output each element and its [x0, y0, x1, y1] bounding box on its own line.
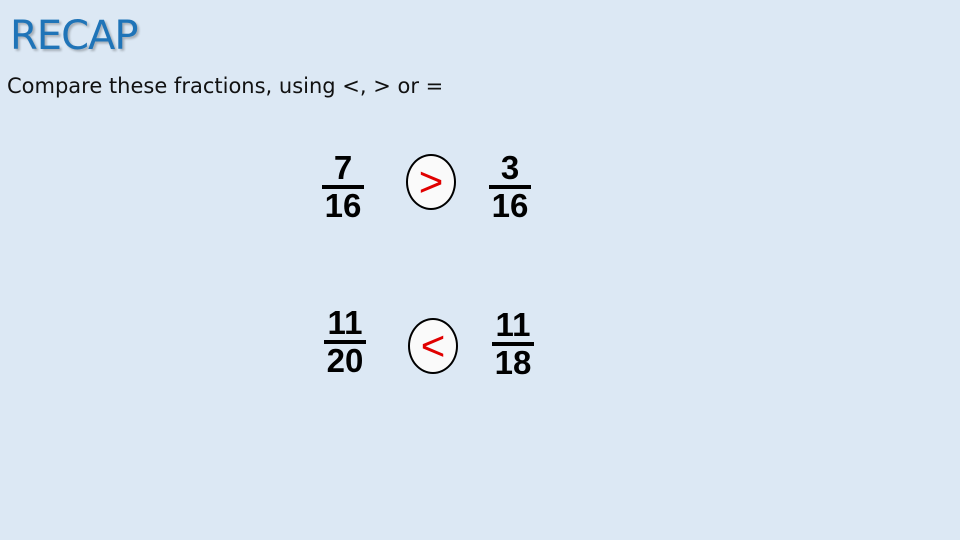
- numerator: 11: [327, 304, 363, 341]
- less-than-symbol: <: [420, 322, 446, 369]
- fraction-right-1: 3 16: [480, 149, 540, 224]
- comparison-symbol-1: >: [406, 154, 456, 210]
- fraction-left-2: 11 20: [315, 304, 375, 379]
- denominator: 20: [326, 342, 364, 379]
- numerator: 11: [495, 306, 531, 343]
- slide-title: RECAP: [10, 13, 138, 59]
- numerator: 7: [333, 149, 353, 186]
- denominator: 18: [494, 344, 532, 381]
- denominator: 16: [491, 187, 529, 224]
- denominator: 16: [324, 187, 362, 224]
- comparison-symbol-2: <: [408, 318, 458, 374]
- numerator: 3: [500, 149, 520, 186]
- fraction-left-1: 7 16: [313, 149, 373, 224]
- greater-than-symbol: >: [418, 158, 444, 205]
- instruction-text: Compare these fractions, using <, > or =: [7, 74, 444, 98]
- fraction-right-2: 11 18: [483, 306, 543, 381]
